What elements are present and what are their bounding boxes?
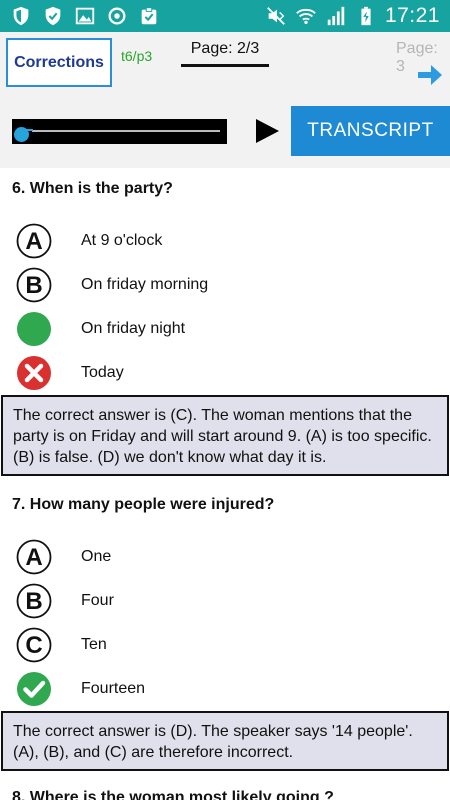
option-letter: B xyxy=(25,588,42,615)
option-text: One xyxy=(81,548,112,565)
explanation-box: The correct answer is (C). The woman men… xyxy=(1,395,449,476)
option-text: Ten xyxy=(81,636,107,653)
option-c[interactable]: C Ten xyxy=(16,626,436,664)
option-a[interactable]: A At 9 o'clock xyxy=(16,222,436,260)
option-b[interactable]: B On friday morning xyxy=(16,266,436,304)
correct-check-icon xyxy=(17,672,51,706)
arrow-right-icon[interactable] xyxy=(416,62,444,88)
wrong-x-icon xyxy=(17,356,51,390)
option-c[interactable]: On friday night xyxy=(16,310,436,348)
image-icon xyxy=(75,7,95,25)
letter-b-circle-icon: B xyxy=(16,583,52,619)
audio-seek-thumb[interactable] xyxy=(14,127,29,142)
status-bar: 17:21 xyxy=(0,0,450,32)
corrections-button[interactable]: Corrections xyxy=(6,38,112,87)
letter-a-circle-icon: A xyxy=(16,539,52,575)
question-title: 8. Where is the woman most likely going … xyxy=(12,789,334,800)
correct-dot-icon xyxy=(17,312,51,346)
clipboard-check-icon xyxy=(141,7,157,25)
battery-charging-icon xyxy=(361,6,371,26)
question-title: 7. How many people were injured? xyxy=(12,496,275,513)
option-a[interactable]: A One xyxy=(16,538,436,576)
status-bar-left-icons xyxy=(10,5,160,27)
letter-c-circle-icon: C xyxy=(16,627,52,663)
option-text: Today xyxy=(81,364,124,381)
mute-icon xyxy=(267,7,285,25)
audio-player: TRANSCRIPT xyxy=(0,96,450,168)
option-b[interactable]: B Four xyxy=(16,582,436,620)
audio-track-line xyxy=(32,130,220,132)
option-letter: B xyxy=(25,272,42,299)
play-icon[interactable] xyxy=(254,118,280,144)
option-letter: C xyxy=(25,632,42,659)
option-text: On friday night xyxy=(81,320,186,337)
option-text: Fourteen xyxy=(81,680,146,697)
shield-icon xyxy=(13,6,29,26)
letter-b-circle-icon: B xyxy=(16,267,52,303)
explanation-box: The correct answer is (D). The speaker s… xyxy=(1,711,449,771)
option-letter: A xyxy=(25,544,42,571)
signal-icon xyxy=(327,6,345,26)
audio-seek-bar[interactable] xyxy=(12,119,227,144)
wifi-icon xyxy=(296,8,316,25)
shield-check-icon xyxy=(45,6,61,26)
clock: 17:21 xyxy=(384,4,440,27)
header: Corrections t6/p3 Page: 2/3 Page: 3 xyxy=(0,32,450,96)
letter-a-circle-icon: A xyxy=(16,223,52,259)
option-d[interactable]: Fourteen xyxy=(16,670,436,708)
status-bar-right: 17:21 xyxy=(265,4,440,28)
transcript-button[interactable]: TRANSCRIPT xyxy=(291,106,450,156)
sync-icon xyxy=(108,7,126,25)
page-code: t6/p3 xyxy=(121,48,153,64)
option-text: Four xyxy=(81,592,114,609)
option-letter: A xyxy=(25,228,42,255)
option-d[interactable]: Today xyxy=(16,354,436,392)
option-text: At 9 o'clock xyxy=(81,232,163,249)
question-title: 6. When is the party? xyxy=(12,180,173,197)
page-indicator[interactable]: Page: 2/3 xyxy=(181,40,269,67)
option-text: On friday morning xyxy=(81,276,209,293)
